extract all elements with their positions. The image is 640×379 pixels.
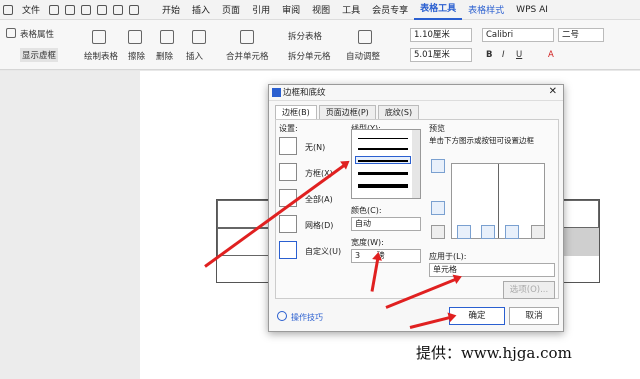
tab-shading[interactable]: 底纹(S) [377,105,420,119]
credit-text: 提供：www.hjga.com [416,344,572,362]
preset-custom-icon[interactable] [279,241,297,259]
dialog-tabs: 边框(B) 页面边框(P) 底纹(S) [275,105,421,119]
close-icon[interactable]: ✕ [549,86,557,97]
dialog-title: 边框和底纹 [269,85,563,101]
options-button[interactable]: 选项(O)... [503,281,555,299]
tab-review[interactable]: 审阅 [276,3,306,16]
line-style-option[interactable] [358,148,408,150]
font-color-icon[interactable]: A [548,50,554,60]
center-border-icon[interactable] [481,225,495,239]
scrollbar[interactable] [412,130,420,198]
tab-reference[interactable]: 引用 [246,3,276,16]
erase-icon[interactable] [128,30,142,44]
insert-icon[interactable] [192,30,206,44]
left-margin [0,71,140,379]
apply-select[interactable]: 单元格 [429,263,555,277]
draw-table-button[interactable]: 绘制表格 [84,50,118,62]
tab-tools[interactable]: 工具 [336,3,366,16]
tab-insert[interactable]: 插入 [186,3,216,16]
split-cells-button[interactable]: 拆分单元格 [288,50,331,62]
middle-border-icon[interactable] [431,201,445,215]
font-size-select[interactable]: 二号 [558,28,604,42]
print-icon[interactable] [81,4,92,15]
table-props-icon[interactable] [6,28,16,38]
erase-button[interactable]: 擦除 [128,50,145,62]
italic-icon[interactable]: I [502,50,505,60]
wps-icon [272,88,281,97]
preview-icon[interactable] [97,4,108,15]
ribbon-toolbar: 表格属性 显示虚框 绘制表格 擦除 删除 插入 合并单元格 拆分表格 拆分单元格… [0,20,640,70]
tab-table-tools[interactable]: 表格工具 [414,0,463,20]
preset-custom[interactable]: 自定义(U) [305,246,341,257]
preview-hint: 单击下方图示或按钮可设置边框 [429,136,534,145]
line-style-option[interactable] [358,160,408,162]
tips-icon[interactable] [277,311,287,321]
color-label: 颜色(C): [351,206,382,215]
diagonal-up-icon[interactable] [531,225,545,239]
bold-icon[interactable]: B [486,50,492,60]
diagonal-down-icon[interactable] [431,225,445,239]
preset-grid-icon[interactable] [279,215,297,233]
width-label: 宽度(W): [351,238,384,247]
width-select[interactable]: 3 磅 [351,249,421,263]
settings-label: 设置: [279,124,298,133]
right-border-icon[interactable] [505,225,519,239]
font-select[interactable]: Calibri [482,28,554,42]
width-value: 3 [355,251,361,260]
tab-page[interactable]: 页面 [216,3,246,16]
save-icon[interactable] [49,4,60,15]
tab-table-style[interactable]: 表格样式 [462,3,510,16]
line-style-option[interactable] [358,138,408,139]
auto-fit-icon[interactable] [358,30,372,44]
preset-grid[interactable]: 网格(D) [305,220,333,231]
line-style-option[interactable] [358,172,408,175]
preset-none[interactable]: 无(N) [305,142,325,153]
tab-view[interactable]: 视图 [306,3,336,16]
preset-all[interactable]: 全部(A) [305,194,333,205]
preset-box-icon[interactable] [279,163,297,181]
preset-none-icon[interactable] [279,137,297,155]
tab-wps-ai[interactable]: WPS AI [510,5,554,15]
underline-icon[interactable]: U [516,50,522,60]
table-props-button[interactable]: 表格属性 [20,28,54,40]
left-border-icon[interactable] [457,225,471,239]
tab-home[interactable]: 开始 [156,3,186,16]
menu-file[interactable]: 文件 [16,3,46,16]
line-style-list[interactable] [351,129,421,199]
tab-page-borders[interactable]: 页面边框(P) [318,105,376,119]
insert-button[interactable]: 插入 [186,50,203,62]
tab-member[interactable]: 会员专享 [366,3,414,16]
col-width-field[interactable]: 5.01厘米 [410,48,472,62]
export-icon[interactable] [65,4,76,15]
ok-button[interactable]: 确定 [449,307,505,325]
redo-icon[interactable] [129,4,140,15]
menu-icon[interactable] [3,4,13,15]
cancel-button[interactable]: 取消 [509,307,559,325]
merge-cells-icon[interactable] [240,30,254,44]
tips-link[interactable]: 操作技巧 [291,312,323,323]
show-grid-button[interactable]: 显示虚框 [20,48,59,62]
delete-icon[interactable] [160,30,174,44]
split-table-button[interactable]: 拆分表格 [288,30,322,42]
preview-divider [498,164,499,238]
apply-label: 应用于(L): [429,252,467,261]
top-border-icon[interactable] [431,159,445,173]
line-style-option[interactable] [358,184,408,188]
delete-button[interactable]: 删除 [156,50,173,62]
menu-bar: 文件 开始 插入 页面 引用 审阅 视图 工具 会员专享 表格工具 表格样式 W… [0,0,640,20]
preview-label: 预览 [429,124,445,133]
draw-table-icon[interactable] [92,30,106,44]
merge-cells-button[interactable]: 合并单元格 [226,50,269,62]
auto-fit-button[interactable]: 自动调整 [346,50,380,62]
color-select[interactable]: 自动 [351,217,421,231]
row-height-field[interactable]: 1.10厘米 [410,28,472,42]
tab-borders[interactable]: 边框(B) [275,105,317,119]
undo-icon[interactable] [113,4,124,15]
